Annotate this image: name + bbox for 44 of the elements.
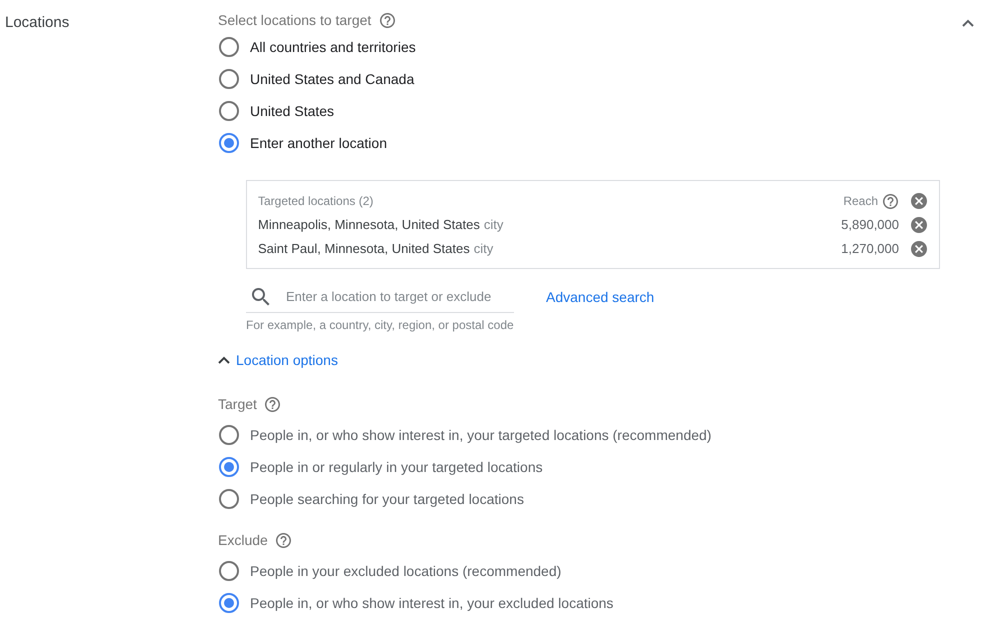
option-label[interactable]: People searching for your targeted locations bbox=[250, 489, 524, 509]
option-label[interactable]: All countries and territories bbox=[250, 37, 416, 57]
radio-button[interactable] bbox=[219, 101, 239, 121]
radio-button[interactable] bbox=[219, 561, 239, 581]
search-field[interactable]: Enter a location to target or exclude bbox=[246, 281, 514, 313]
option-label[interactable]: Enter another location bbox=[250, 133, 387, 153]
reach-value: 1,270,000 bbox=[841, 240, 899, 258]
chevron-up-icon[interactable] bbox=[962, 19, 974, 27]
reach-value: 5,890,000 bbox=[841, 216, 899, 234]
location-options-toggle[interactable]: Location options bbox=[218, 350, 338, 370]
option-label[interactable]: People in or regularly in your targeted locations bbox=[250, 457, 543, 477]
field-label: Select locations to target bbox=[218, 11, 372, 29]
radio-button[interactable] bbox=[219, 425, 239, 445]
location-name: Saint Paul, Minnesota, United States bbox=[258, 240, 470, 258]
chevron-up-icon[interactable] bbox=[218, 356, 230, 364]
radio-button[interactable] bbox=[219, 593, 239, 613]
help-icon[interactable] bbox=[276, 532, 291, 548]
close-icon[interactable] bbox=[911, 193, 927, 209]
radio-button[interactable] bbox=[219, 133, 239, 153]
option-label[interactable]: United States and Canada bbox=[250, 69, 414, 89]
group-label: Exclude bbox=[218, 531, 268, 550]
hint-text: For example, a country, city, region, or postal code bbox=[246, 317, 514, 333]
option-label[interactable]: People in your excluded locations (recommended) bbox=[250, 561, 562, 581]
radio-button[interactable] bbox=[219, 489, 239, 509]
search-icon bbox=[252, 288, 270, 306]
group-label: Target bbox=[218, 395, 257, 414]
radio-button[interactable] bbox=[219, 457, 239, 477]
location-name: Minneapolis, Minnesota, United States bbox=[258, 216, 480, 234]
option-label[interactable]: United States bbox=[250, 101, 334, 121]
close-icon[interactable] bbox=[911, 217, 927, 233]
help-icon[interactable] bbox=[380, 12, 396, 28]
panel-header: Targeted locations (2) bbox=[258, 193, 374, 209]
column-header: Reach bbox=[843, 193, 878, 209]
radio-button[interactable] bbox=[219, 37, 239, 57]
option-label[interactable]: People in, or who show interest in, your targeted locations (recommended) bbox=[250, 425, 712, 445]
help-icon[interactable] bbox=[264, 396, 280, 412]
section-title: Locations bbox=[5, 14, 70, 31]
location-type: city bbox=[474, 240, 494, 258]
help-icon[interactable] bbox=[883, 194, 898, 208]
option-label[interactable]: People in, or who show interest in, your excluded locations bbox=[250, 593, 614, 613]
radio-button[interactable] bbox=[219, 69, 239, 89]
location-type: city bbox=[484, 216, 504, 234]
close-icon[interactable] bbox=[911, 241, 927, 257]
advanced-search-link[interactable]: Advanced search bbox=[546, 287, 654, 307]
